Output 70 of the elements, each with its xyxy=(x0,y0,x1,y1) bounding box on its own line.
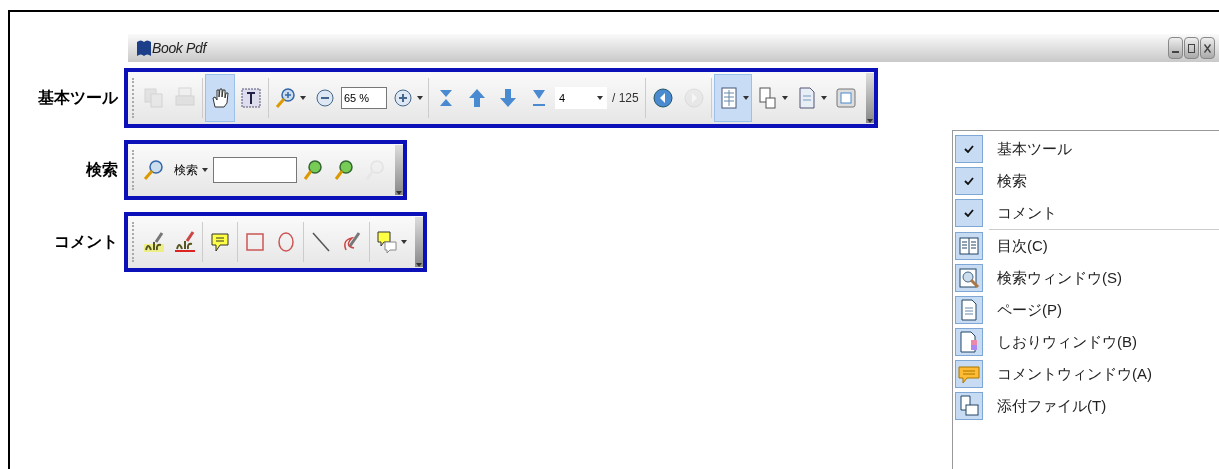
caret-icon xyxy=(300,96,306,100)
check-icon xyxy=(964,177,974,185)
note-icon xyxy=(208,230,232,254)
maximize-button[interactable] xyxy=(1184,37,1199,59)
bookmark-window-icon xyxy=(955,328,983,356)
line-icon xyxy=(309,230,333,254)
toolbar-label: 基本ツール xyxy=(38,88,118,108)
search-window-icon xyxy=(955,264,983,292)
caret-icon xyxy=(396,191,402,195)
caret-icon xyxy=(416,263,422,267)
find-next-icon xyxy=(301,158,325,182)
zoom-field[interactable]: 65 % xyxy=(341,87,387,109)
check-icon xyxy=(964,209,974,217)
minimize-icon xyxy=(1172,51,1179,53)
checkbox[interactable] xyxy=(955,135,983,163)
rectangle-icon xyxy=(243,230,267,254)
page-count: / 125 xyxy=(611,90,640,107)
comment-window-icon xyxy=(955,360,983,388)
book-logo-icon xyxy=(136,39,152,57)
search-field[interactable] xyxy=(213,157,297,183)
full-screen-icon xyxy=(833,86,858,110)
close-icon xyxy=(1204,43,1211,53)
caret-icon xyxy=(597,96,603,100)
menu-item[interactable]: 目次(C) xyxy=(953,230,1219,262)
toolbar-grip[interactable] xyxy=(395,145,403,195)
maximize-icon xyxy=(1188,43,1195,53)
window-title: Book Pdf xyxy=(152,38,206,58)
toolbar-grip[interactable] xyxy=(865,73,874,123)
comment-icon xyxy=(375,230,399,254)
forward-icon xyxy=(681,86,706,110)
back-icon xyxy=(650,86,675,110)
text-select-icon xyxy=(239,86,263,110)
single-page-button[interactable] xyxy=(713,74,752,122)
menu-item[interactable]: 基本ツール xyxy=(953,133,1219,165)
search-mode-dropdown[interactable]: 検索 xyxy=(170,161,212,179)
menu-item[interactable]: コメントウィンドウ(A) xyxy=(953,358,1219,390)
find-previous-icon xyxy=(332,158,356,182)
caret-icon xyxy=(866,119,873,123)
menu-item[interactable]: コメント xyxy=(953,197,1219,229)
caret-icon xyxy=(781,96,788,100)
menu-item[interactable]: 検索ウィンドウ(S) xyxy=(953,262,1219,294)
checkbox[interactable] xyxy=(955,199,983,227)
checkbox[interactable] xyxy=(955,167,983,195)
page-icon xyxy=(955,296,983,324)
zoom-out-icon xyxy=(313,86,337,110)
zoom-in-icon xyxy=(274,86,298,110)
menu-item[interactable]: 検索 xyxy=(953,165,1219,197)
attachment-icon xyxy=(955,392,983,420)
menu-item[interactable]: 添付ファイル(T) xyxy=(953,390,1219,422)
menu-item[interactable]: しおりウィンドウ(B) xyxy=(953,326,1219,358)
toolbar-label: 検索 xyxy=(86,160,118,180)
caret-icon xyxy=(417,96,423,100)
check-icon xyxy=(964,145,974,153)
caret-icon xyxy=(820,96,827,100)
zoom-in-circle-icon xyxy=(391,86,415,110)
hand-button[interactable] xyxy=(205,74,235,122)
page-number-field[interactable]: 4 xyxy=(555,87,607,109)
strikeout-text-icon xyxy=(173,230,197,254)
caret-icon xyxy=(401,240,407,244)
minimize-button[interactable] xyxy=(1168,37,1183,59)
close-button[interactable] xyxy=(1200,37,1215,59)
caret-icon xyxy=(742,96,749,100)
search-icon xyxy=(142,158,166,182)
toolbar-grip[interactable] xyxy=(415,217,423,267)
menu-item[interactable]: ページ(P) xyxy=(953,294,1219,326)
highlight-text-icon xyxy=(142,230,166,254)
toolbar-label: コメント xyxy=(54,232,118,252)
copy-icon xyxy=(142,86,166,110)
contents-icon xyxy=(955,232,983,260)
caret-icon xyxy=(202,168,208,172)
